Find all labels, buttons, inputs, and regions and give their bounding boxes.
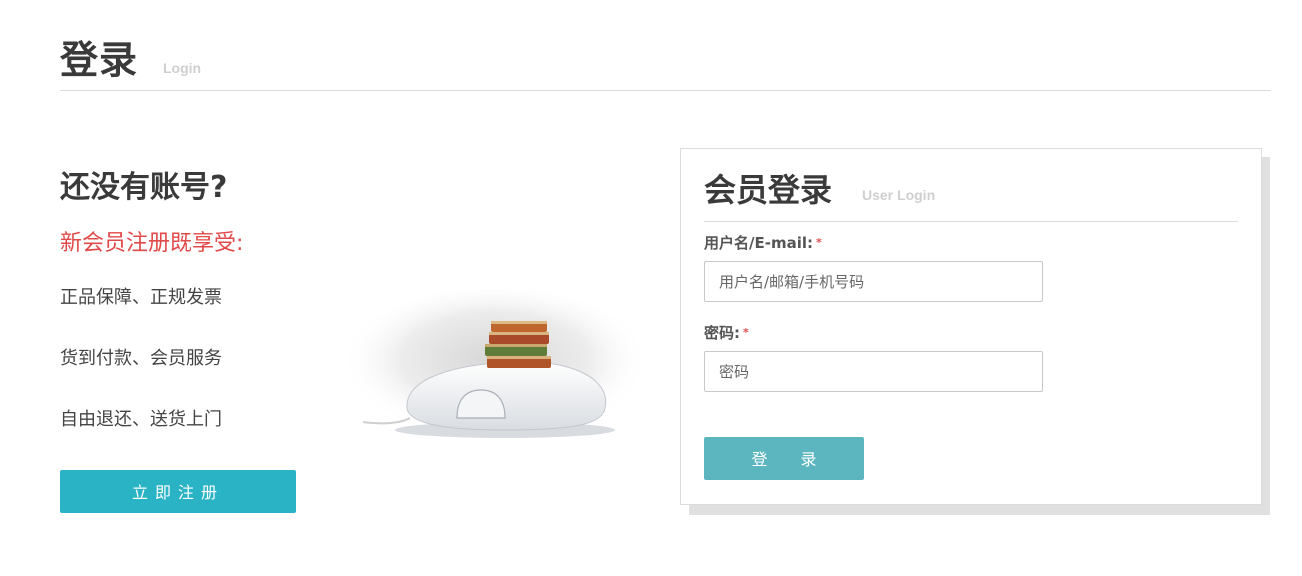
required-mark: * [816, 236, 822, 249]
username-label: 用户名/E-mail: * [704, 233, 822, 253]
login-button[interactable]: 登 录 [704, 437, 864, 480]
promo-heading: 还没有账号? [60, 170, 228, 205]
promo-subheading: 新会员注册既享受: [60, 231, 244, 256]
password-label-text: 密码: [704, 324, 740, 342]
register-button[interactable]: 立即注册 [60, 470, 296, 513]
username-label-text: 用户名/E-mail: [704, 234, 813, 252]
login-panel-subtitle: User Login [862, 187, 936, 203]
password-input[interactable] [704, 351, 1043, 392]
benefit-item: 正品保障、正规发票 [60, 287, 222, 308]
password-label: 密码: * [704, 323, 749, 343]
panel-divider [704, 221, 1238, 222]
username-input[interactable] [704, 261, 1043, 302]
benefit-item: 自由退还、送货上门 [60, 409, 222, 430]
login-panel: 会员登录 User Login 用户名/E-mail:* 密码:* 登 录 [680, 148, 1262, 505]
login-panel-title: 会员登录 [704, 171, 833, 209]
required-mark: * [743, 326, 749, 339]
page-header: 登录 Login [60, 36, 1271, 91]
benefit-item: 货到付款、会员服务 [60, 348, 222, 369]
page-title: 登录 [60, 38, 139, 82]
page-subtitle: Login [163, 60, 202, 76]
mouse-books-illustration [340, 290, 650, 448]
